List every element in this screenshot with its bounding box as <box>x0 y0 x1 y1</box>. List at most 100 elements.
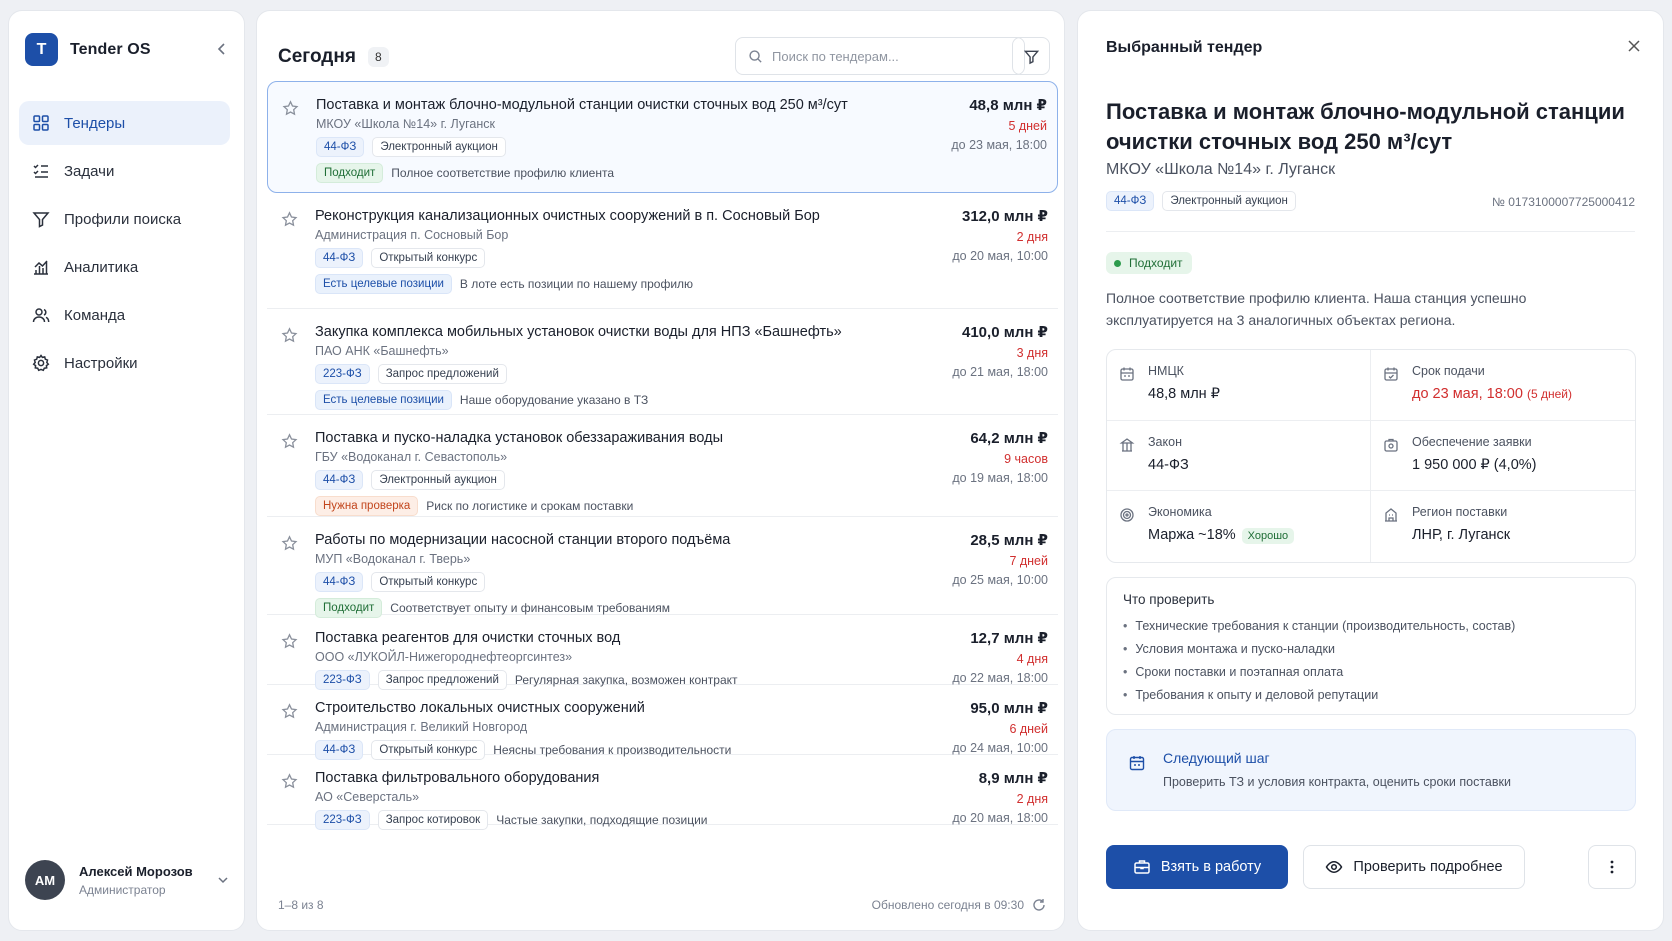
nav-label: Команда <box>64 306 126 324</box>
method-tag: Запрос котировок <box>377 810 489 830</box>
nav-item-tenders[interactable]: Тендеры <box>19 101 230 145</box>
chevron-down-icon[interactable] <box>216 873 230 887</box>
take-to-work-button[interactable]: Взять в работу <box>1106 845 1288 889</box>
status-badge: Есть целевые позиции <box>315 274 452 294</box>
checklist-items: Технические требования к станции (произв… <box>1123 615 1619 707</box>
fact-value: 48,8 млн ₽ <box>1148 386 1220 402</box>
avatar: АМ <box>25 860 65 900</box>
users-icon <box>32 308 50 323</box>
status-badge: Есть целевые позиции <box>315 390 452 410</box>
close-icon[interactable] <box>1625 37 1643 55</box>
nav-label: Настройки <box>64 354 138 372</box>
tender-status: Есть целевые позиции В лоте есть позиции … <box>315 274 1048 294</box>
tender-note: Частые закупки, подходящие позиции <box>496 813 708 827</box>
updated-text: Обновлено сегодня в 09:30 <box>871 898 1024 912</box>
nav-label: Задачи <box>64 162 115 180</box>
nav-item-tasks[interactable]: Задачи <box>19 149 230 193</box>
status-badge: Подходит <box>316 163 384 183</box>
collapse-sidebar-icon[interactable] <box>214 41 230 57</box>
tender-title[interactable]: Поставка и пуско-наладка установок обезз… <box>315 429 915 447</box>
star-icon[interactable] <box>281 703 298 720</box>
more-button[interactable] <box>1588 845 1636 889</box>
nav-item-search-profiles[interactable]: Профили поиска <box>19 197 230 241</box>
fact-region: Регион поставки ЛНР, г. Луганск <box>1371 491 1635 562</box>
tender-deadline: до 19 мая, 18:00 <box>952 471 1048 485</box>
method-tag: Электронный аукцион <box>371 470 505 490</box>
nav-item-team[interactable]: Команда <box>19 293 230 337</box>
tender-title[interactable]: Поставка реагентов для очистки сточных в… <box>315 629 915 647</box>
tender-list-panel: Сегодня 8 Поставка и монтаж блочно-модул… <box>256 10 1065 931</box>
tender-org: Администрация г. Великий Новгород <box>315 720 528 734</box>
tender-title[interactable]: Закупка комплекса мобильных установок оч… <box>315 323 915 341</box>
fact-law: Закон 44-ФЗ <box>1107 420 1371 492</box>
tender-tags: 44-ФЗ Электронный аукцион <box>316 137 1047 157</box>
table-row[interactable]: Закупка комплекса мобильных установок оч… <box>267 309 1058 415</box>
tender-deadline: до 20 мая, 10:00 <box>952 249 1048 263</box>
tender-title[interactable]: Реконструкция канализационных очистных с… <box>315 207 915 225</box>
checklist-item: Требования к опыту и деловой репутации <box>1123 684 1619 707</box>
tender-rows: Поставка и монтаж блочно-модульной станц… <box>267 81 1058 830</box>
status-dot <box>1114 259 1121 267</box>
search-box[interactable] <box>735 37 1025 75</box>
tender-title[interactable]: Работы по модернизации насосной станции … <box>315 531 915 549</box>
star-icon[interactable] <box>281 327 298 344</box>
tender-deadline: до 25 мая, 10:00 <box>952 573 1048 587</box>
law-tag: 44-ФЗ <box>315 470 364 490</box>
detail-description: Полное соответствие профилю клиента. Наш… <box>1106 290 1527 328</box>
law-tag: 223-ФЗ <box>315 810 370 830</box>
refresh-icon[interactable] <box>1032 898 1046 912</box>
star-icon[interactable] <box>281 433 298 450</box>
nav-item-analytics[interactable]: Аналитика <box>19 245 230 289</box>
star-icon[interactable] <box>281 211 298 228</box>
table-row[interactable]: Работы по модернизации насосной станции … <box>267 517 1058 618</box>
tender-title[interactable]: Поставка фильтровального оборудования <box>315 769 915 787</box>
pagination-range: 1–8 из 8 <box>278 898 324 912</box>
tender-note: В лоте есть позиции по нашему профилю <box>459 277 694 291</box>
time-left: 7 дней <box>1009 554 1048 568</box>
scale-icon <box>1119 437 1135 452</box>
tender-meta: 410,0 млн ₽ 3 дня до 21 мая, 18:00 <box>952 323 1048 379</box>
search-input[interactable] <box>772 48 1002 64</box>
table-row[interactable]: Реконструкция канализационных очистных с… <box>267 193 1058 309</box>
search-icon <box>749 49 762 63</box>
tender-deadline: до 24 мая, 10:00 <box>952 741 1048 755</box>
star-icon[interactable] <box>281 535 298 552</box>
star-icon[interactable] <box>282 100 299 117</box>
fact-label: Закон <box>1148 434 1182 449</box>
nav-item-settings[interactable]: Настройки <box>19 341 230 385</box>
table-row[interactable]: Строительство локальных очистных сооруже… <box>267 685 1058 760</box>
deadline-value: до 23 мая, 18:00 <box>1412 386 1523 402</box>
fact-nmck: НМЦК 48,8 млн ₽ <box>1107 350 1371 421</box>
tender-meta: 312,0 млн ₽ 2 дня до 20 мая, 10:00 <box>952 207 1048 263</box>
button-label: Взять в работу <box>1160 859 1262 875</box>
tender-title[interactable]: Поставка и монтаж блочно-модульной станц… <box>316 96 916 114</box>
check-details-button[interactable]: Проверить подробнее <box>1303 845 1525 889</box>
next-step-title: Следующий шаг <box>1163 750 1270 766</box>
tender-org: Администрация п. Сосновый Бор <box>315 228 509 242</box>
list-footer: 1–8 из 8 Обновлено сегодня в 09:30 <box>278 898 1046 912</box>
tender-meta: 8,9 млн ₽ 2 дня до 20 мая, 18:00 <box>952 769 1048 825</box>
table-row[interactable]: Поставка реагентов для очистки сточных в… <box>267 615 1058 690</box>
fact-label: Обеспечение заявки <box>1412 434 1532 449</box>
star-icon[interactable] <box>281 633 298 650</box>
table-row[interactable]: Поставка и монтаж блочно-модульной станц… <box>267 81 1058 193</box>
tender-price: 12,7 млн ₽ <box>970 630 1048 647</box>
table-row[interactable]: Поставка фильтровального оборудования АО … <box>267 755 1058 830</box>
list-header: Сегодня 8 <box>278 37 1050 77</box>
law-tag: 44-ФЗ <box>315 248 364 268</box>
grid-icon <box>33 115 49 131</box>
table-row[interactable]: Поставка и пуско-наладка установок обезз… <box>267 415 1058 517</box>
next-step-text: Проверить ТЗ и условия контракта, оценит… <box>1163 775 1511 789</box>
star-icon[interactable] <box>281 773 298 790</box>
law-tag: 44-ФЗ <box>315 572 364 592</box>
filter-button[interactable] <box>1012 37 1050 75</box>
tender-org: АО «Северсталь» <box>315 790 420 804</box>
tender-status: Нужна проверка Риск по логистике и срокам… <box>315 496 1048 516</box>
tender-title[interactable]: Строительство локальных очистных сооруже… <box>315 699 915 717</box>
user-menu[interactable]: АМ Алексей Морозов Администратор <box>25 860 230 900</box>
fact-label: Срок подачи <box>1412 364 1485 378</box>
tasks-icon <box>33 164 48 178</box>
tender-price: 312,0 млн ₽ <box>962 208 1048 225</box>
tender-deadline: до 22 мая, 18:00 <box>952 671 1048 685</box>
eye-icon <box>1326 861 1343 873</box>
